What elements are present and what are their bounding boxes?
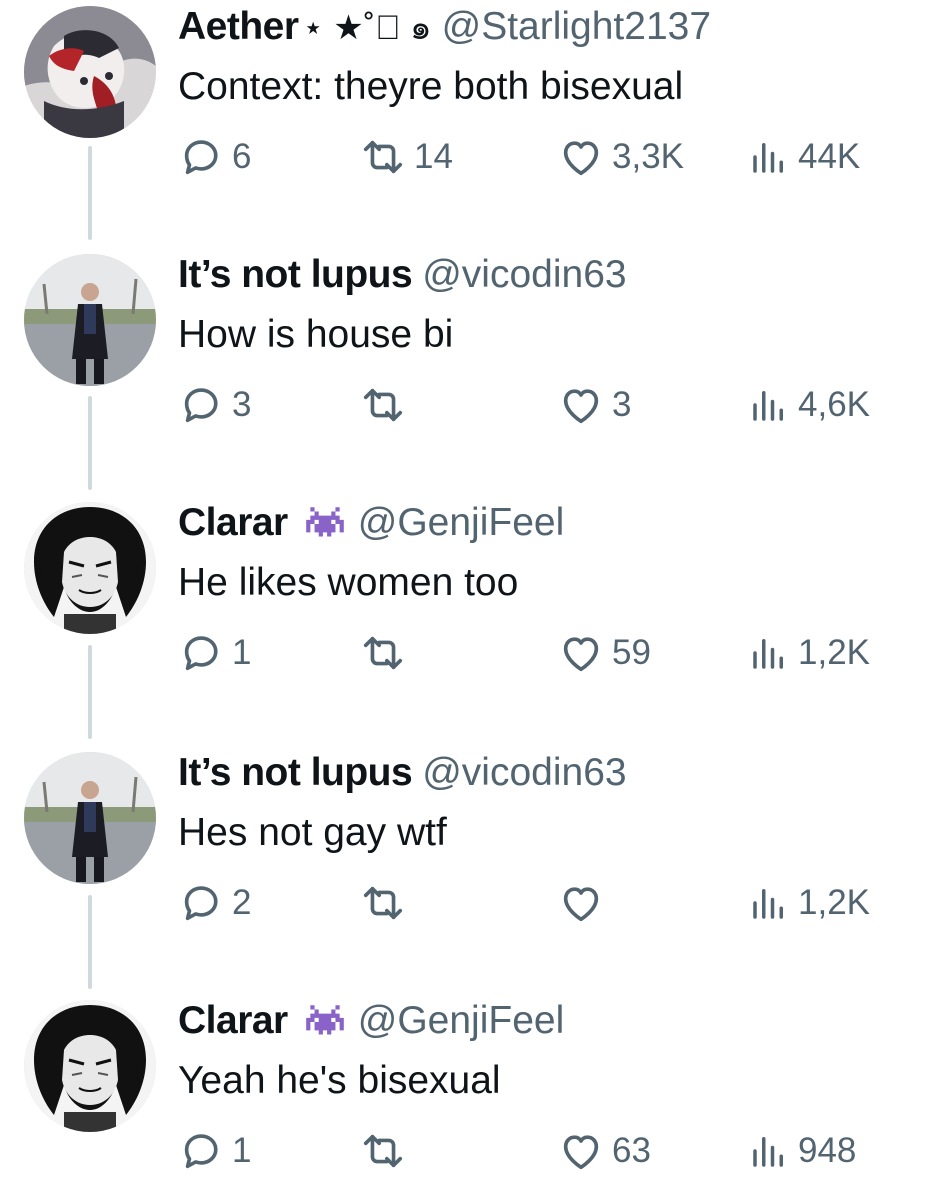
view-count: 1,2K (798, 883, 870, 922)
display-name[interactable]: Aether (178, 5, 299, 48)
handle[interactable]: @vicodin63 (422, 751, 626, 794)
heart-icon (558, 382, 604, 428)
reply-count: 2 (232, 883, 252, 922)
tweet-header: Clarar @GenjiFeel (178, 498, 564, 548)
like-count: 3,3K (612, 137, 684, 176)
like-count: 3 (612, 385, 632, 424)
reply-button[interactable]: 2 (178, 878, 251, 928)
retweet-icon (360, 880, 406, 926)
manga-avatar-icon (24, 1000, 156, 1132)
heart-icon (558, 630, 604, 676)
tweet-header: It’s not lupus @vicodin63 (178, 250, 627, 300)
avatar[interactable] (24, 1000, 156, 1132)
space-invader-icon (302, 1005, 348, 1039)
heart-icon (558, 1128, 604, 1174)
retweet-icon (360, 382, 406, 428)
man-walking-photo-icon (24, 752, 156, 884)
like-button[interactable]: 59 (558, 628, 651, 678)
avatar[interactable] (24, 502, 156, 634)
reply-icon (178, 134, 224, 180)
handle[interactable]: @GenjiFeel (358, 501, 565, 544)
retweet-button[interactable] (360, 1126, 414, 1176)
views-button[interactable]: 948 (748, 1126, 856, 1176)
tweet-text: How is house bi (178, 313, 454, 356)
views-icon (748, 632, 790, 674)
views-icon (748, 136, 790, 178)
reply-button[interactable]: 1 (178, 628, 251, 678)
like-button[interactable]: 3 (558, 380, 631, 430)
reply-count: 6 (232, 137, 252, 176)
reply-icon (178, 1128, 224, 1174)
like-button[interactable] (558, 878, 612, 928)
name-decoration: ⋆ ★˚⃝ ๑ (302, 9, 432, 47)
tweet-text: Yeah he's bisexual (178, 1059, 501, 1102)
reply-count: 1 (232, 1131, 252, 1170)
manga-avatar-icon (24, 502, 156, 634)
view-count: 1,2K (798, 633, 870, 672)
reply-count: 3 (232, 385, 252, 424)
anime-avatar-icon (24, 6, 156, 138)
display-name[interactable]: It’s not lupus (178, 253, 413, 296)
retweet-icon (360, 630, 406, 676)
avatar[interactable] (24, 752, 156, 884)
space-invader-icon (302, 507, 348, 541)
tweet-header: Clarar @GenjiFeel (178, 996, 564, 1046)
views-button[interactable]: 1,2K (748, 878, 870, 928)
handle[interactable]: @Starlight2137 (442, 5, 711, 48)
action-bar: 1 63 948 (0, 1126, 942, 1176)
reply-icon (178, 880, 224, 926)
views-button[interactable]: 1,2K (748, 628, 870, 678)
reply-thread: Aether ⋆ ★˚⃝ ๑ @Starlight2137 Context: the… (0, 0, 942, 1200)
heart-icon (558, 880, 604, 926)
tweet-header: It’s not lupus @vicodin63 (178, 748, 627, 798)
like-count: 63 (612, 1131, 651, 1170)
tweet-header: Aether ⋆ ★˚⃝ ๑ @Starlight2137 (178, 2, 711, 53)
retweet-button[interactable]: 14 (360, 132, 453, 182)
reply-button[interactable]: 3 (178, 380, 251, 430)
reply-icon (178, 630, 224, 676)
action-bar: 2 1,2K (0, 878, 942, 928)
views-button[interactable]: 4,6K (748, 380, 870, 430)
views-icon (748, 882, 790, 924)
avatar[interactable] (24, 6, 156, 138)
view-count: 4,6K (798, 385, 870, 424)
views-button[interactable]: 44K (748, 132, 860, 182)
like-button[interactable]: 3,3K (558, 132, 684, 182)
display-name[interactable]: Clarar (178, 501, 288, 544)
retweet-button[interactable] (360, 878, 414, 928)
retweet-button[interactable] (360, 628, 414, 678)
reply-button[interactable]: 6 (178, 132, 251, 182)
retweet-icon (360, 134, 406, 180)
handle[interactable]: @GenjiFeel (358, 999, 565, 1042)
action-bar: 3 3 4,6K (0, 380, 942, 430)
display-name[interactable]: It’s not lupus (178, 751, 413, 794)
view-count: 948 (798, 1131, 857, 1170)
retweet-count: 14 (414, 137, 453, 176)
views-icon (748, 1130, 790, 1172)
like-button[interactable]: 63 (558, 1126, 651, 1176)
reply-count: 1 (232, 633, 252, 672)
like-count: 59 (612, 633, 651, 672)
action-bar: 6 14 3,3K 44K (0, 132, 942, 182)
tweet-text: He likes women too (178, 561, 519, 604)
tweet-text: Context: theyre both bisexual (178, 65, 684, 108)
action-bar: 1 59 1,2K (0, 628, 942, 678)
retweet-button[interactable] (360, 380, 414, 430)
reply-icon (178, 382, 224, 428)
display-name[interactable]: Clarar (178, 999, 288, 1042)
handle[interactable]: @vicodin63 (422, 253, 626, 296)
heart-icon (558, 134, 604, 180)
reply-button[interactable]: 1 (178, 1126, 251, 1176)
man-walking-photo-icon (24, 254, 156, 386)
avatar[interactable] (24, 254, 156, 386)
retweet-icon (360, 1128, 406, 1174)
tweet-text: Hes not gay wtf (178, 811, 447, 854)
view-count: 44K (798, 137, 861, 176)
views-icon (748, 384, 790, 426)
